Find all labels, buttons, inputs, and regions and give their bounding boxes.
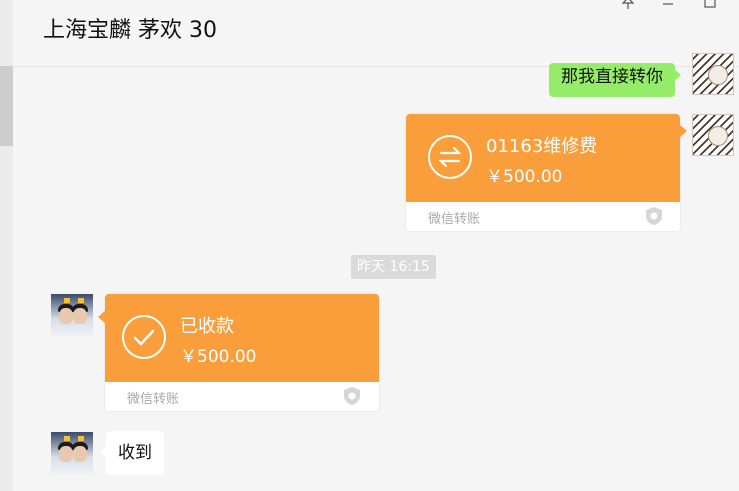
transfer-footer-label: 微信转账: [127, 392, 180, 407]
transfer-amount: ￥500.00: [486, 167, 563, 187]
message-bubble-received[interactable]: 收到: [100, 431, 164, 475]
transfer-note: 01163维修费: [486, 136, 598, 157]
maximize-icon[interactable]: [703, 0, 717, 14]
transfer-arrows-icon: [428, 135, 472, 179]
shield-icon: [342, 386, 362, 410]
minimize-icon[interactable]: [661, 0, 675, 12]
transfer-status: 已收款: [180, 316, 234, 337]
cat-avatar-icon: [708, 126, 728, 146]
transfer-card-sent[interactable]: 01163维修费 ￥500.00 微信转账: [406, 114, 687, 231]
chat-scrollbar[interactable]: [0, 0, 13, 491]
cat-avatar-icon: [708, 65, 728, 85]
pin-icon[interactable]: [621, 0, 635, 14]
transfer-footer-label: 微信转账: [428, 212, 481, 227]
avatar[interactable]: [51, 294, 93, 336]
chat-title: 上海宝麟 茅欢 30: [43, 18, 217, 43]
transfer-card-received[interactable]: 已收款 ￥500.00 微信转账: [98, 294, 379, 411]
avatar[interactable]: [692, 114, 734, 156]
check-icon: [122, 315, 166, 359]
message-timestamp: 昨天 16:15: [351, 255, 436, 279]
transfer-amount: ￥500.00: [180, 347, 257, 367]
avatar[interactable]: [51, 432, 93, 474]
chat-header: 上海宝麟 茅欢 30: [13, 0, 739, 67]
shield-icon: [644, 206, 664, 230]
scrollbar-thumb[interactable]: [0, 66, 13, 146]
message-bubble-sent[interactable]: 那我直接转你: [549, 63, 681, 97]
avatar[interactable]: [692, 53, 734, 95]
